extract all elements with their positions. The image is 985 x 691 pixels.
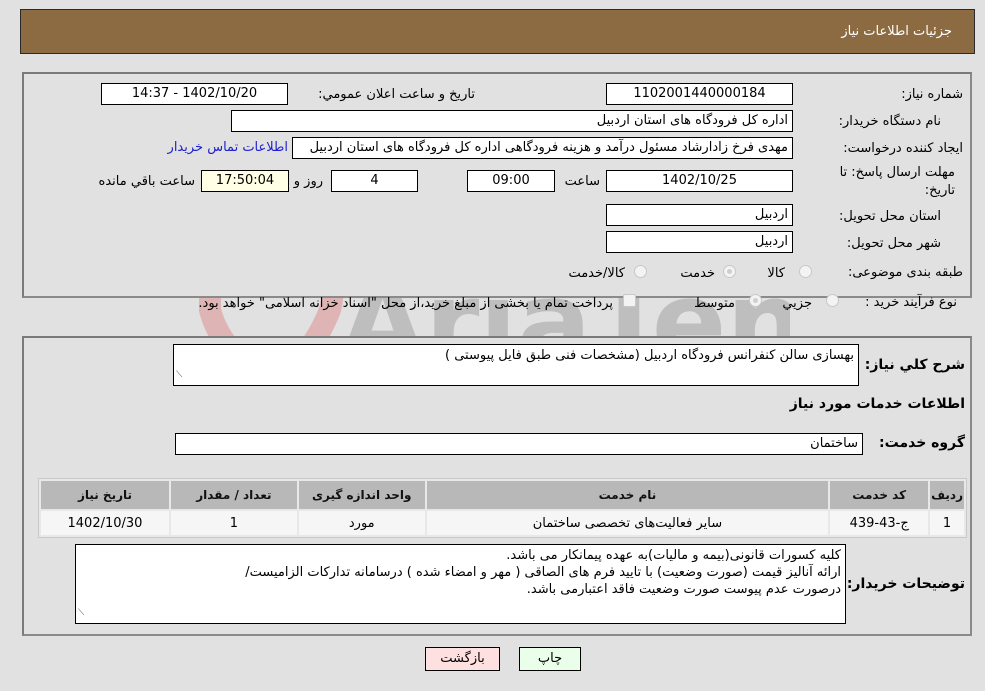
print-button[interactable]: چاپ <box>519 647 581 671</box>
treasury-payment-note: پرداخت تمام یا بخشی از مبلغ خرید،از محل … <box>198 296 613 311</box>
category-label: طبقه بندی موضوعی: <box>847 265 963 280</box>
days-remaining-field[interactable]: 4 <box>331 170 418 192</box>
announce-date-field[interactable]: 1402/10/20 - 14:37 <box>101 83 288 105</box>
province-field[interactable]: اردبیل <box>606 204 793 226</box>
cell-qty: 1 <box>170 511 297 535</box>
buyer-notes-textarea[interactable]: کلیه کسورات قانونی(بیمه و مالیات)به عهده… <box>75 544 846 624</box>
deadline-label: مهلت ارسال پاسخ: تا تاریخ: <box>839 165 955 198</box>
need-number-label: شماره نیاز: <box>901 87 963 102</box>
buyer-org-field[interactable]: اداره کل فرودگاه های استان اردبیل <box>231 110 793 132</box>
announce-date-label: تاریخ و ساعت اعلان عمومي: <box>318 87 475 102</box>
description-label: شرح کلي نياز: <box>864 357 965 373</box>
city-field[interactable]: اردبیل <box>606 231 793 253</box>
page-title: جزئیات اطلاعات نیاز <box>841 24 952 39</box>
back-button[interactable]: بازگشت <box>425 647 500 671</box>
buyer-org-label: نام دستگاه خریدار: <box>838 114 941 129</box>
col-row: ردیف <box>930 481 964 509</box>
treasury-payment-checkbox[interactable] <box>623 294 636 307</box>
services-table: ردیف کد خدمت نام خدمت واحد اندازه گیری ت… <box>38 478 967 538</box>
process-label: نوع فرآیند خرید : <box>865 295 957 310</box>
category-option-service: خدمت <box>680 266 715 281</box>
table-header-row: ردیف کد خدمت نام خدمت واحد اندازه گیری ت… <box>41 481 964 509</box>
creator-field[interactable]: مهدی فرخ زادارشاد مسئول درآمد و هزینه فر… <box>292 137 793 159</box>
cell-code: ج-43-439 <box>830 511 929 535</box>
buyer-notes-line: درصورت عدم پیوست صورت وضعیت فاقد اعتبارم… <box>526 582 841 597</box>
creator-label: ایجاد کننده درخواست: <box>843 141 963 156</box>
cell-name: سایر فعالیت‌های تخصصی ساختمان <box>426 511 829 535</box>
category-radio-service[interactable] <box>723 265 736 278</box>
remaining-time-field[interactable]: 17:50:04 <box>201 170 289 192</box>
province-label: استان محل تحویل: <box>839 209 941 224</box>
description-text: بهسازی سالن کنفرانس فرودگاه اردبیل (مشخص… <box>445 348 854 363</box>
cell-date: 1402/10/30 <box>41 511 169 535</box>
process-radio-minor[interactable] <box>826 294 839 307</box>
table-row: 1 ج-43-439 سایر فعالیت‌های تخصصی ساختمان… <box>41 511 964 535</box>
service-group-field[interactable]: ساختمان <box>175 433 863 455</box>
buyer-contact-link[interactable]: اطلاعات تماس خریدار <box>168 140 288 155</box>
service-group-label: گروه خدمت: <box>879 435 965 451</box>
process-radio-medium[interactable] <box>749 294 762 307</box>
deadline-time-field[interactable]: 09:00 <box>467 170 555 192</box>
category-option-goods: کالا <box>767 266 785 281</box>
category-radio-goods-service[interactable] <box>634 265 647 278</box>
col-name: نام خدمت <box>426 481 829 509</box>
cell-unit: مورد <box>298 511 425 535</box>
col-unit: واحد اندازه گیری <box>298 481 425 509</box>
resize-grip-icon[interactable]: ⟋ <box>78 605 84 622</box>
city-label: شهر محل تحویل: <box>846 236 941 251</box>
need-number-field[interactable]: 1102001440000184 <box>606 83 793 105</box>
deadline-time-label: ساعت <box>564 174 600 189</box>
category-radio-goods[interactable] <box>799 265 812 278</box>
description-textarea[interactable]: بهسازی سالن کنفرانس فرودگاه اردبیل (مشخص… <box>173 344 859 386</box>
process-option-medium: متوسط <box>694 296 735 311</box>
category-option-goods-service: کالا/خدمت <box>568 266 625 281</box>
page-header: جزئیات اطلاعات نیاز <box>20 9 975 54</box>
col-qty: تعداد / مقدار <box>170 481 297 509</box>
buyer-notes-line: کلیه کسورات قانونی(بیمه و مالیات)به عهده… <box>506 548 841 563</box>
resize-grip-icon[interactable]: ⟋ <box>176 367 182 384</box>
cell-row: 1 <box>930 511 964 535</box>
remaining-time-label: ساعت باقي مانده <box>98 174 195 189</box>
buyer-notes-label: توضیحات خریدار: <box>846 576 965 592</box>
services-section-title: اطلاعات خدمات مورد نیاز <box>789 396 965 412</box>
col-date: تاریخ نیاز <box>41 481 169 509</box>
col-code: کد خدمت <box>830 481 929 509</box>
process-option-minor: جزيي <box>782 296 812 311</box>
days-label: روز و <box>293 174 323 189</box>
deadline-date-field[interactable]: 1402/10/25 <box>606 170 793 192</box>
buyer-notes-line: ارائه آنالیز قیمت (صورت وضعیت) با تایید … <box>245 565 841 580</box>
